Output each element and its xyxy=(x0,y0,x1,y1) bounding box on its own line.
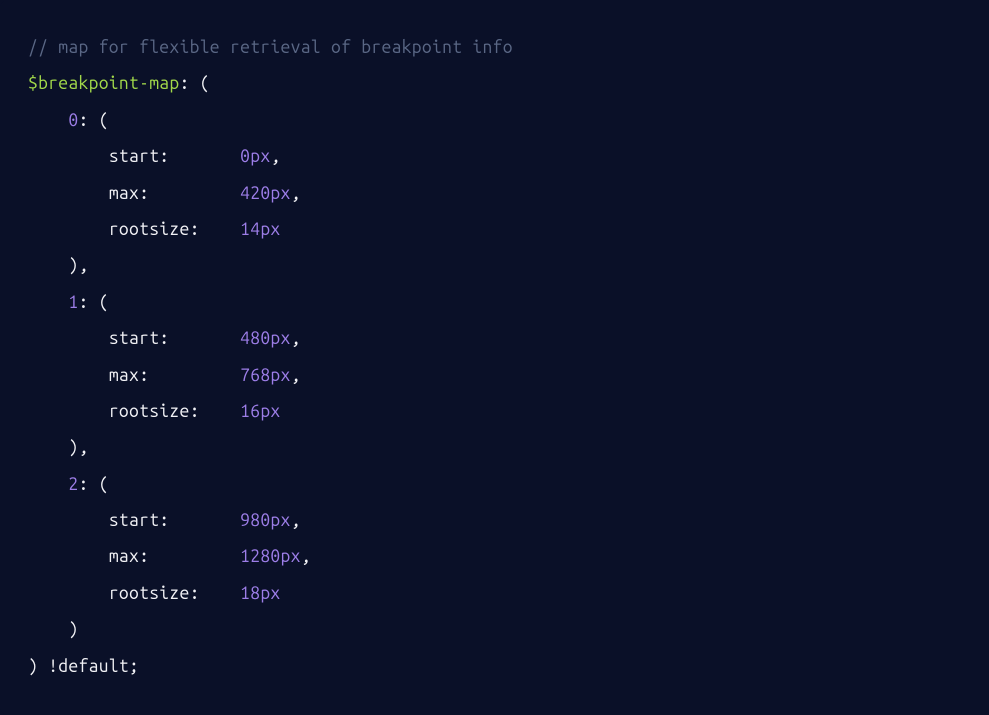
code-prop-label: max: xyxy=(109,184,149,203)
code-key-1: 1 xyxy=(68,293,78,312)
code-prop-label: start: xyxy=(109,329,170,348)
code-value: 1280px xyxy=(240,547,301,566)
code-close: ), xyxy=(68,438,88,457)
code-prop-label: rootsize: xyxy=(109,402,200,421)
code-value: 768px xyxy=(240,366,291,385)
code-comma: , xyxy=(291,511,301,530)
code-variable: $breakpoint-map xyxy=(28,74,180,93)
code-comma: , xyxy=(291,366,301,385)
code-prop-label: max: xyxy=(109,366,149,385)
code-punct: : ( xyxy=(79,293,109,312)
code-value: 420px xyxy=(240,184,291,203)
code-comma: , xyxy=(291,184,301,203)
code-prop-label: max: xyxy=(109,547,149,566)
code-value: 14px xyxy=(240,220,280,239)
code-punct: : ( xyxy=(180,74,210,93)
code-value: 16px xyxy=(240,402,280,421)
code-punct: : ( xyxy=(79,475,109,494)
code-key-0: 0 xyxy=(68,111,78,130)
code-value: 0px xyxy=(240,147,270,166)
code-prop-label: rootsize: xyxy=(109,584,200,603)
code-prop-label: start: xyxy=(109,511,170,530)
code-prop-label: rootsize: xyxy=(109,220,200,239)
code-value: 18px xyxy=(240,584,280,603)
code-close: ), xyxy=(68,256,88,275)
code-value: 480px xyxy=(240,329,291,348)
code-comma: , xyxy=(291,329,301,348)
code-close-default: ) !default; xyxy=(28,657,139,676)
code-punct: : ( xyxy=(79,111,109,130)
code-comma: , xyxy=(301,547,311,566)
code-block: // map for flexible retrieval of breakpo… xyxy=(0,0,989,715)
code-value: 980px xyxy=(240,511,291,530)
code-prop-label: start: xyxy=(109,147,170,166)
code-comment: // map for flexible retrieval of breakpo… xyxy=(28,38,513,57)
code-comma: , xyxy=(270,147,280,166)
code-close: ) xyxy=(68,620,78,639)
code-key-2: 2 xyxy=(68,475,78,494)
